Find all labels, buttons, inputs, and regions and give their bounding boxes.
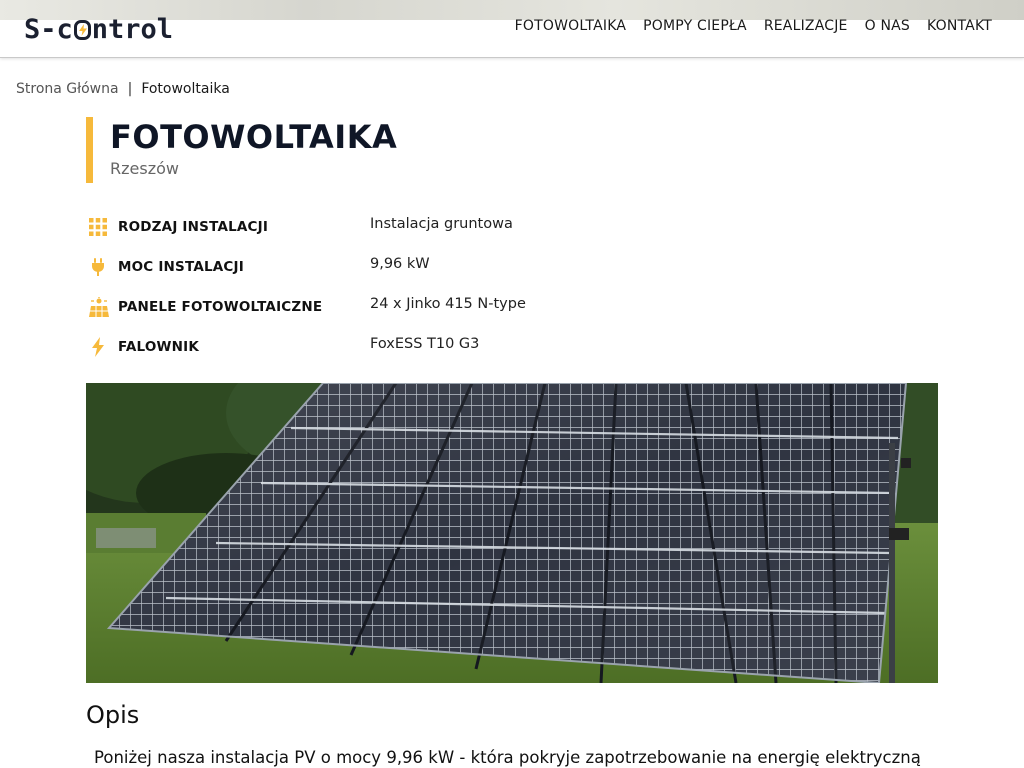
title-block: FOTOWOLTAIKA Rzeszów (86, 117, 397, 183)
grid-icon (88, 217, 108, 237)
plug-icon (88, 257, 108, 277)
breadcrumb: Strona Główna | Fotowoltaika (16, 81, 230, 97)
page-subtitle: Rzeszów (110, 159, 179, 178)
solar-panel-icon (88, 297, 109, 317)
installation-photo (86, 383, 938, 683)
spec-label: RODZAJ INSTALACJI (118, 219, 269, 235)
nav-item-o-nas[interactable]: O NAS (865, 18, 910, 34)
logo[interactable]: S-c ntrol (24, 12, 173, 46)
logo-text-end: ntrol (91, 13, 174, 45)
breadcrumb-home-link[interactable]: Strona Główna (16, 81, 119, 97)
spec-row-panels: PANELE FOTOWOLTAICZNE 24 x Jinko 415 N-t… (88, 290, 688, 330)
breadcrumb-separator: | (127, 81, 133, 97)
description-heading: Opis (86, 701, 140, 729)
breadcrumb-current: Fotowoltaika (141, 81, 230, 97)
spec-value: FoxESS T10 G3 (370, 336, 480, 352)
nav-item-fotowoltaika[interactable]: FOTOWOLTAIKA (515, 18, 626, 34)
spec-row-inverter: FALOWNIK FoxESS T10 G3 (88, 330, 688, 370)
logo-lightning-icon (73, 20, 91, 40)
page-title: FOTOWOLTAIKA (110, 118, 398, 156)
site-header: S-c ntrol FOTOWOLTAIKA POMPY CIEPŁA REAL… (0, 0, 1024, 58)
nav-item-realizacje[interactable]: REALIZACJE (764, 18, 848, 34)
spec-value: Instalacja gruntowa (370, 216, 513, 232)
spec-label: PANELE FOTOWOLTAICZNE (118, 299, 323, 315)
nav-item-pompy-ciepla[interactable]: POMPY CIEPŁA (643, 18, 747, 34)
main-nav: FOTOWOLTAIKA POMPY CIEPŁA REALIZACJE O N… (515, 18, 992, 34)
spec-row-installation-type: RODZAJ INSTALACJI Instalacja gruntowa (88, 210, 688, 250)
spec-value: 9,96 kW (370, 256, 430, 272)
spec-value: 24 x Jinko 415 N-type (370, 296, 526, 312)
installation-specs: RODZAJ INSTALACJI Instalacja gruntowa MO… (88, 210, 688, 370)
nav-item-kontakt[interactable]: KONTAKT (927, 18, 992, 34)
spec-label: FALOWNIK (118, 339, 199, 355)
logo-text-start: S-c (24, 13, 73, 45)
description-text: Poniżej nasza instalacja PV o mocy 9,96 … (94, 748, 921, 767)
lightning-icon (88, 337, 108, 357)
spec-label: MOC INSTALACJI (118, 259, 244, 275)
spec-row-power: MOC INSTALACJI 9,96 kW (88, 250, 688, 290)
